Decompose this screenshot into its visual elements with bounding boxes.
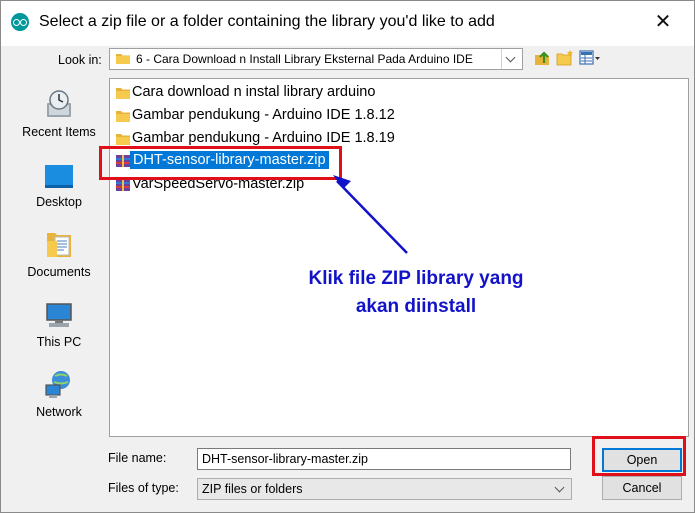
place-label: This PC bbox=[36, 335, 82, 349]
list-item[interactable]: Gambar pendukung - Arduino IDE 1.8.12 bbox=[114, 106, 554, 126]
recent-items-icon bbox=[47, 90, 71, 117]
place-label: Documents bbox=[27, 265, 91, 279]
filetype-dropdown-button[interactable] bbox=[551, 479, 571, 499]
place-documents[interactable]: Documents bbox=[15, 219, 103, 281]
new-folder-icon[interactable] bbox=[556, 49, 576, 67]
highlight-open-button bbox=[592, 436, 686, 476]
highlight-selected-file bbox=[99, 146, 342, 180]
chevron-down-icon bbox=[554, 482, 565, 493]
cancel-button[interactable]: Cancel bbox=[602, 476, 682, 500]
file-name: Gambar pendukung - Arduino IDE 1.8.19 bbox=[132, 130, 395, 146]
place-label: Recent Items bbox=[22, 125, 96, 139]
lookin-dropdown-button[interactable] bbox=[501, 49, 522, 69]
annotation-text: Klik file ZIP library yang akan diinstal… bbox=[301, 265, 531, 321]
place-label: Network bbox=[36, 405, 82, 419]
folder-icon bbox=[116, 134, 130, 145]
chevron-down-icon bbox=[505, 52, 516, 63]
filename-value: DHT-sensor-library-master.zip bbox=[202, 452, 369, 466]
arduino-icon bbox=[11, 13, 29, 31]
zip-archive-icon bbox=[116, 179, 130, 191]
filename-label: File name: bbox=[108, 451, 167, 465]
close-icon[interactable]: ✕ bbox=[652, 11, 674, 33]
folder-icon bbox=[116, 88, 130, 99]
file-name: Cara download n instal library arduino bbox=[132, 84, 376, 100]
filetype-value: ZIP files or folders bbox=[202, 482, 303, 496]
annotation-arrow-icon bbox=[333, 175, 408, 254]
annotation-line-1: Klik file ZIP library yang bbox=[308, 268, 524, 289]
file-name: Gambar pendukung - Arduino IDE 1.8.12 bbox=[132, 107, 395, 123]
place-recent-items[interactable]: Recent Items bbox=[15, 79, 103, 141]
place-network[interactable]: Network bbox=[15, 359, 103, 421]
network-icon bbox=[45, 371, 70, 398]
place-desktop[interactable]: Desktop bbox=[15, 149, 103, 211]
file-chooser-dialog: Select a zip file or a folder containing… bbox=[0, 0, 695, 513]
this-pc-icon bbox=[46, 303, 72, 327]
window-title: Select a zip file or a folder containing… bbox=[39, 13, 495, 30]
list-item[interactable]: Cara download n instal library arduino bbox=[114, 83, 554, 103]
filetype-select[interactable]: ZIP files or folders bbox=[197, 478, 572, 500]
documents-icon bbox=[47, 233, 71, 257]
filetype-label: Files of type: bbox=[108, 481, 179, 495]
filename-input[interactable]: DHT-sensor-library-master.zip bbox=[197, 448, 571, 470]
title-bar: Select a zip file or a folder containing… bbox=[1, 1, 694, 46]
folder-icon bbox=[116, 111, 130, 122]
annotation-line-2: akan diinstall bbox=[355, 296, 477, 317]
view-menu-icon[interactable] bbox=[579, 49, 601, 67]
place-this-pc[interactable]: This PC bbox=[15, 289, 103, 351]
places-bar: Recent Items Desktop Documents This PC N… bbox=[15, 79, 103, 439]
desktop-icon bbox=[45, 165, 73, 188]
lookin-combo[interactable]: 6 - Cara Download n Install Library Ekst… bbox=[109, 48, 523, 70]
folder-icon bbox=[116, 54, 130, 64]
place-label: Desktop bbox=[36, 195, 82, 209]
up-one-level-icon[interactable] bbox=[533, 49, 553, 67]
lookin-label: Look in: bbox=[58, 53, 102, 67]
lookin-value: 6 - Cara Download n Install Library Ekst… bbox=[136, 52, 473, 66]
